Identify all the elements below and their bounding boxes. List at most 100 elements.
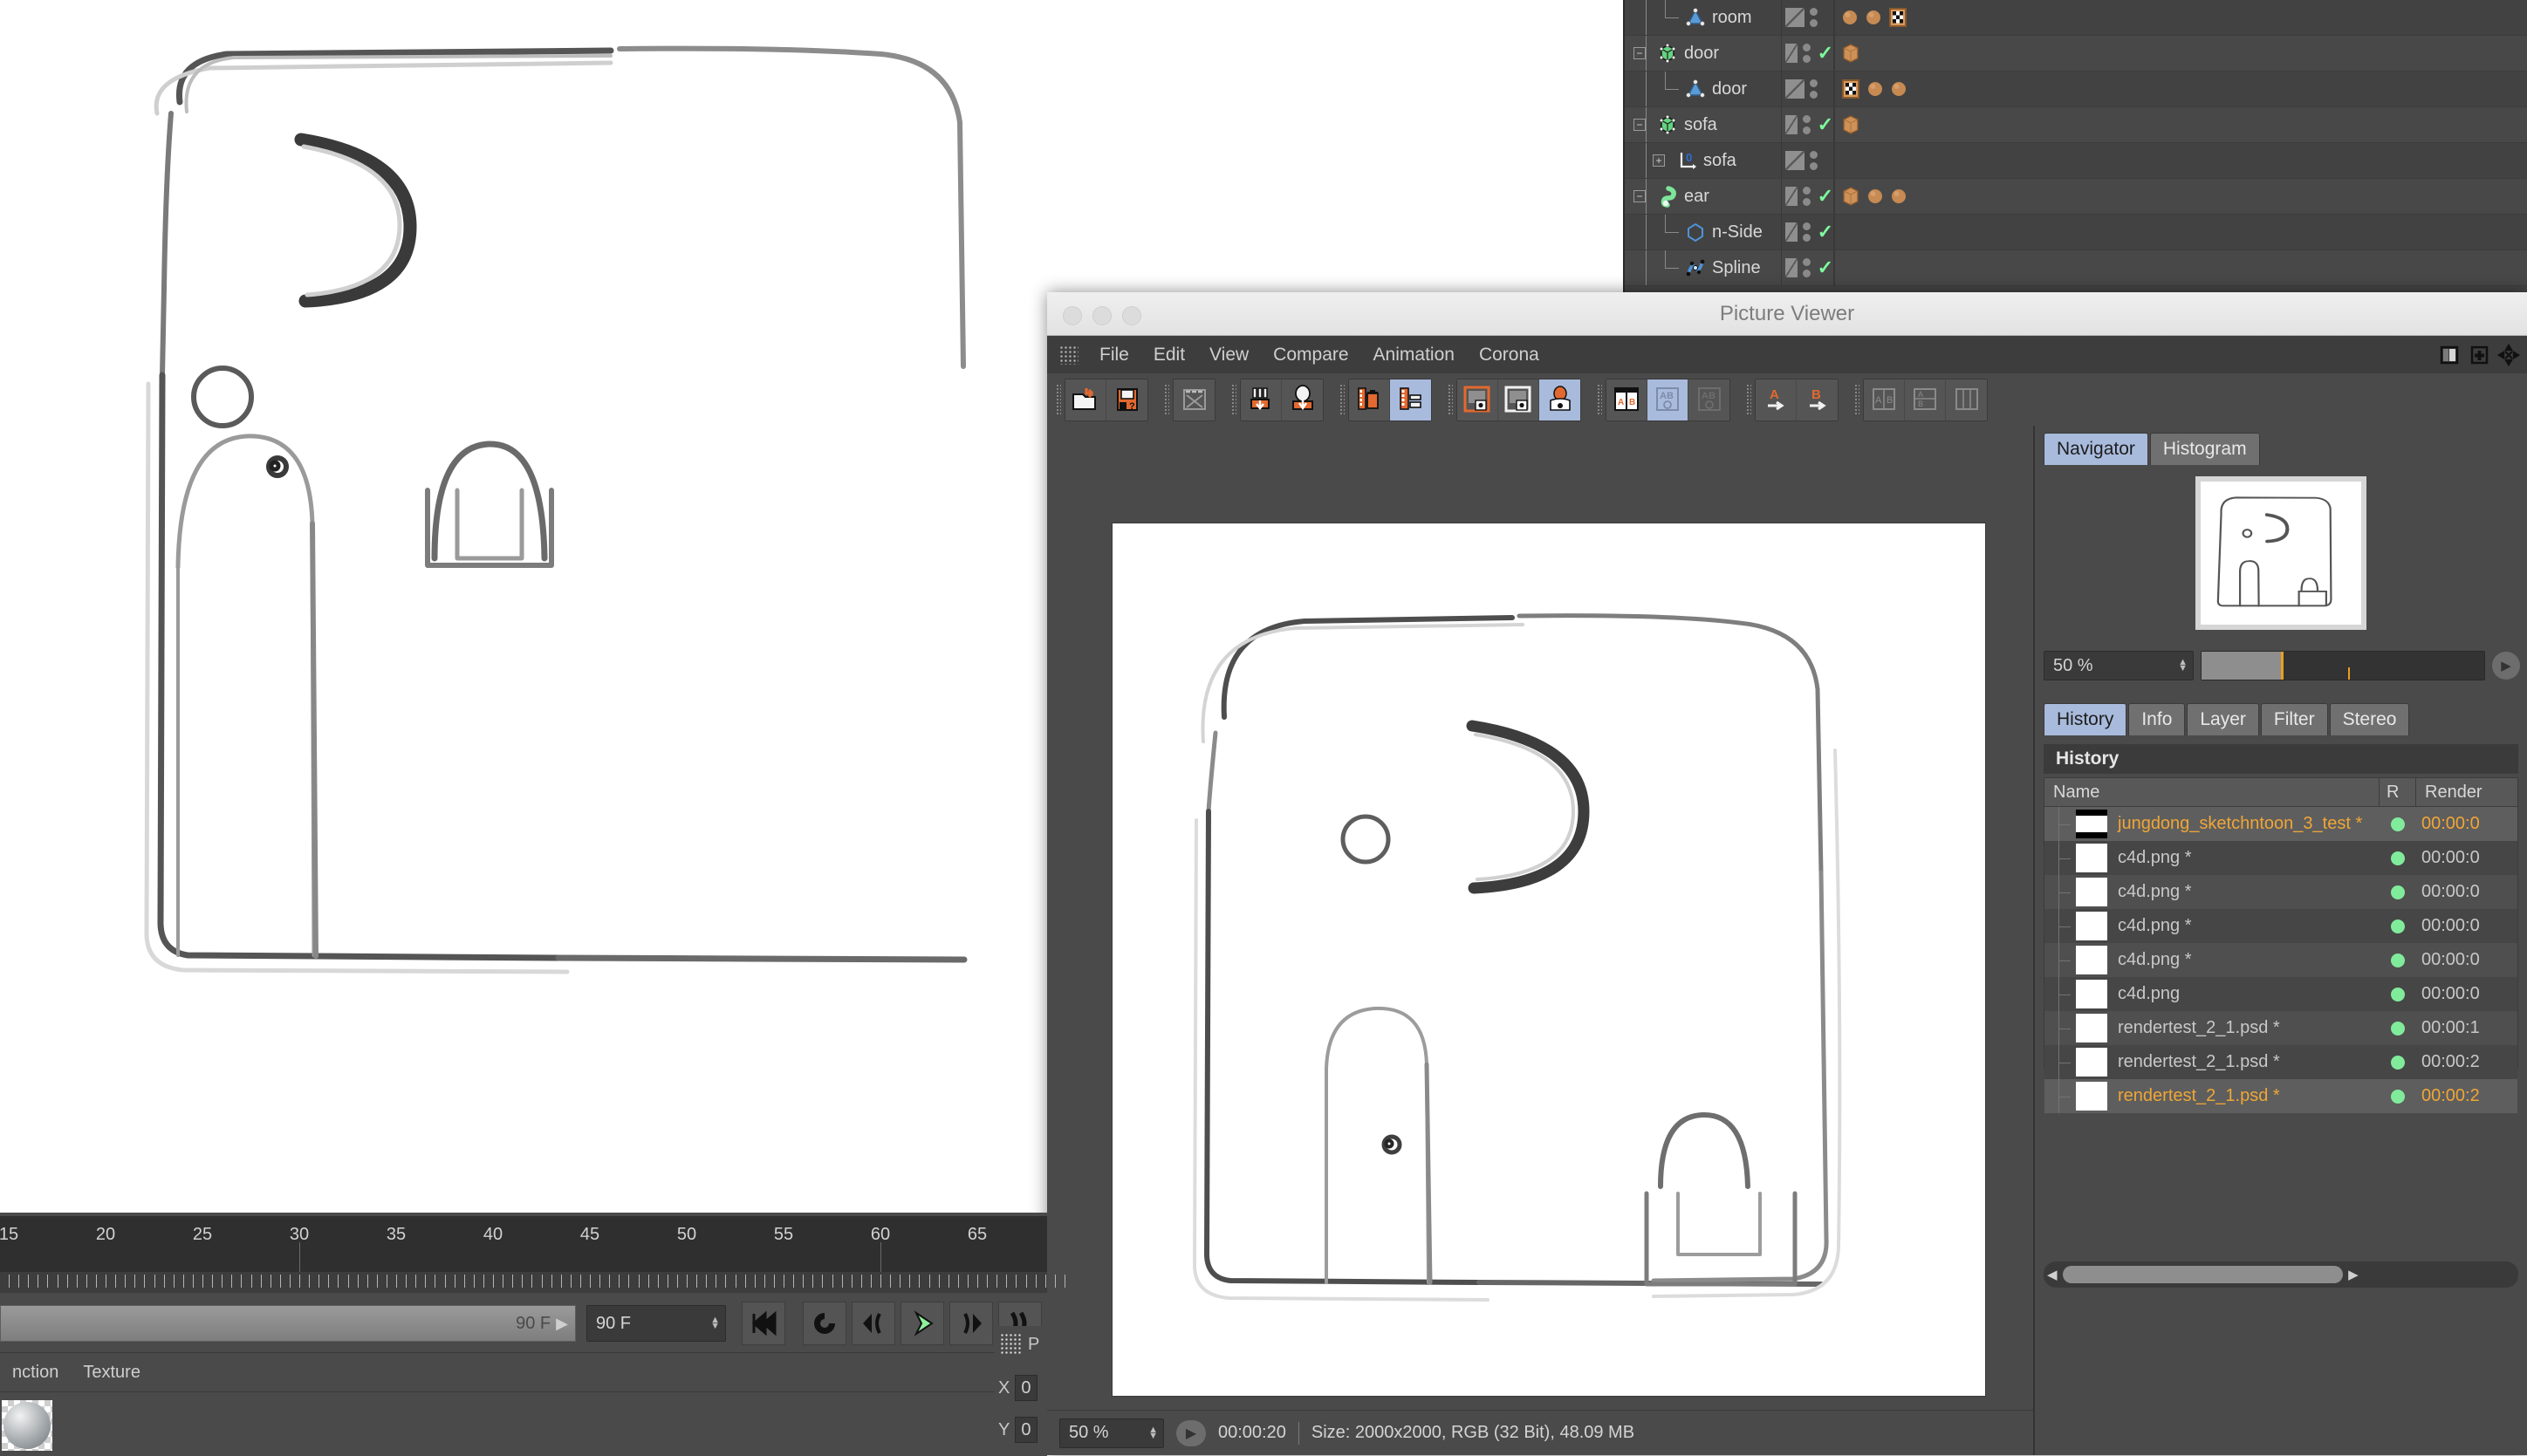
picture-viewer-statusbar[interactable]: 50 % ▲ ▼ ▶ 00:00:20 Size: 2000x2000, RGB … — [1047, 1410, 2033, 1455]
editor-visibility-dot[interactable] — [1802, 187, 1811, 195]
history-row[interactable]: rendertest_2_1.psd * 00:00:1 — [2044, 1011, 2517, 1045]
coordinates-panel[interactable]: P X 0 Y 0 — [995, 1326, 1047, 1455]
layer-color-swatch[interactable] — [1785, 222, 1798, 242]
object-tags-cell[interactable] — [1834, 250, 2527, 285]
rendered-image[interactable] — [1113, 523, 1985, 1396]
filmstrip-edit-icon[interactable] — [1390, 379, 1431, 420]
object-row-room-0[interactable]: room — [1625, 0, 2527, 36]
layer-c-icon[interactable] — [1946, 379, 1987, 420]
picture-viewer-right-dock[interactable]: Navigator Histogram 50 % ▲ ▼ ▶ History I… — [2033, 426, 2527, 1455]
layer-color-swatch[interactable] — [1785, 115, 1798, 134]
render-visibility-dot[interactable] — [1810, 91, 1818, 99]
expand-icon[interactable]: + — [1653, 154, 1665, 167]
column-header-r[interactable]: R — [2380, 778, 2416, 806]
render-visibility-dot[interactable] — [1802, 234, 1811, 242]
history-thumbnail[interactable] — [2076, 1048, 2107, 1077]
layer-color-swatch[interactable] — [1785, 44, 1798, 63]
tab-navigator[interactable]: Navigator — [2044, 433, 2148, 465]
texture-cube-icon[interactable] — [1840, 113, 1861, 136]
null-axis-object-icon[interactable]: 0 — [1675, 149, 1698, 172]
spinner-icon[interactable]: ▲ ▼ — [1148, 1425, 1158, 1440]
editor-visibility-dot[interactable] — [1802, 258, 1811, 266]
current-frame-field[interactable]: 90 F ▲ ▼ — [586, 1305, 726, 1342]
render-visibility-dot[interactable] — [1802, 270, 1811, 277]
toolbar-grip-icon[interactable] — [1164, 384, 1169, 415]
tab-history[interactable]: History — [2044, 703, 2127, 735]
toolbar-grip-icon[interactable] — [1231, 384, 1236, 415]
object-visibility-cell[interactable] — [1782, 72, 1834, 106]
visibility-dots[interactable] — [1802, 222, 1811, 242]
step-forward-icon[interactable] — [949, 1302, 993, 1345]
layer-b-icon[interactable]: AB — [1905, 379, 1946, 420]
object-row-sofa-3[interactable]: − sofa ✓ — [1625, 107, 2527, 143]
loop-icon[interactable] — [803, 1302, 846, 1345]
editor-visibility-dot[interactable] — [1802, 222, 1811, 230]
toolbar-grip-icon[interactable] — [1448, 384, 1453, 415]
object-visibility-cell[interactable] — [1782, 143, 1834, 178]
move-panel-icon[interactable] — [2497, 343, 2520, 366]
picture-viewer-window[interactable]: Picture Viewer File Edit View Compare Animat… — [1047, 292, 2527, 1455]
filmstrip-delete-icon[interactable] — [1349, 379, 1390, 420]
enabled-check-icon[interactable]: ✓ — [1818, 44, 1833, 63]
material-icon[interactable] — [1864, 8, 1883, 27]
history-thumbnail[interactable] — [2076, 1082, 2107, 1111]
editor-visibility-dot[interactable] — [1810, 151, 1818, 159]
window-layout-controls[interactable] — [2438, 336, 2520, 373]
material-manager-panel[interactable]: nction Texture — [0, 1352, 1047, 1456]
object-visibility-cell[interactable]: ✓ — [1782, 179, 1834, 214]
tab-filter[interactable]: Filter — [2260, 703, 2328, 735]
go-to-start-icon[interactable] — [742, 1302, 785, 1345]
spinner-icon[interactable]: ▲ ▼ — [710, 1316, 720, 1331]
visibility-dots[interactable] — [1810, 151, 1818, 170]
render-visibility-dot[interactable] — [1802, 126, 1811, 134]
object-row-door-1[interactable]: − door ✓ — [1625, 36, 2527, 72]
spinner-icon[interactable]: ▲ ▼ — [2178, 658, 2188, 673]
polygon-object-icon[interactable] — [1684, 6, 1707, 29]
object-name-cell[interactable]: Spline — [1625, 250, 1782, 285]
texture-checker-icon[interactable] — [1840, 78, 1861, 100]
navigator-panel[interactable] — [2035, 466, 2527, 646]
history-row[interactable]: c4d.png * 00:00:0 — [2044, 875, 2517, 909]
editor-visibility-dot[interactable] — [1810, 8, 1818, 16]
history-row[interactable]: c4d.png * 00:00:0 — [2044, 943, 2517, 977]
object-name-cell[interactable]: room — [1625, 0, 1782, 35]
material-menu-nction[interactable]: nction — [0, 1363, 71, 1383]
load-ab-icon[interactable] — [1241, 379, 1282, 420]
scroll-right-icon[interactable]: ▶ — [2348, 1267, 2359, 1282]
view-fit-icon[interactable] — [1457, 379, 1498, 420]
menu-view[interactable]: View — [1197, 345, 1261, 366]
texture-checker-icon[interactable] — [1887, 6, 1908, 29]
material-icon[interactable] — [1866, 187, 1885, 206]
scrollbar-thumb[interactable] — [2062, 1266, 2344, 1283]
sweep-object-icon[interactable] — [1656, 185, 1679, 208]
coordinate-value-y[interactable]: 0 — [1015, 1417, 1038, 1443]
menu-edit[interactable]: Edit — [1141, 345, 1197, 366]
object-tags-cell[interactable] — [1834, 0, 2527, 35]
compare-ab-icon[interactable]: AB — [1606, 379, 1647, 420]
menu-animation[interactable]: Animation — [1361, 345, 1467, 366]
step-back-icon[interactable] — [852, 1302, 895, 1345]
zoom-stepper[interactable]: 50 % ▲ ▼ — [1059, 1418, 1164, 1448]
collapse-icon[interactable]: − — [1633, 119, 1646, 131]
history-row[interactable]: rendertest_2_1.psd * 00:00:2 — [2044, 1045, 2517, 1079]
visibility-dots[interactable] — [1810, 8, 1818, 27]
menu-file[interactable]: File — [1087, 345, 1141, 366]
view-original-icon[interactable] — [1498, 379, 1539, 420]
editor-visibility-dot[interactable] — [1810, 79, 1818, 87]
play-icon[interactable] — [901, 1302, 944, 1345]
object-visibility-cell[interactable]: ✓ — [1782, 107, 1834, 142]
layer-color-swatch[interactable] — [1785, 8, 1805, 27]
object-tags-cell[interactable] — [1834, 72, 2527, 106]
collapse-icon[interactable]: − — [1633, 47, 1646, 59]
object-name-cell[interactable]: − sofa — [1625, 107, 1782, 142]
timeline-ruler[interactable]: 15 20 25 30 35 40 45 50 55 60 65 — [0, 1216, 1047, 1272]
menu-corona[interactable]: Corona — [1467, 345, 1551, 366]
drag-grip-icon[interactable] — [1059, 345, 1079, 365]
material-icon[interactable] — [1889, 79, 1908, 99]
history-row[interactable]: c4d.png * 00:00:0 — [2044, 909, 2517, 943]
object-tags-cell[interactable] — [1834, 36, 2527, 71]
object-name-cell[interactable]: − ear — [1625, 179, 1782, 214]
enabled-check-icon[interactable]: ✓ — [1818, 222, 1833, 242]
image-canvas-area[interactable] — [1047, 426, 2033, 1396]
layer-color-swatch[interactable] — [1785, 79, 1805, 99]
